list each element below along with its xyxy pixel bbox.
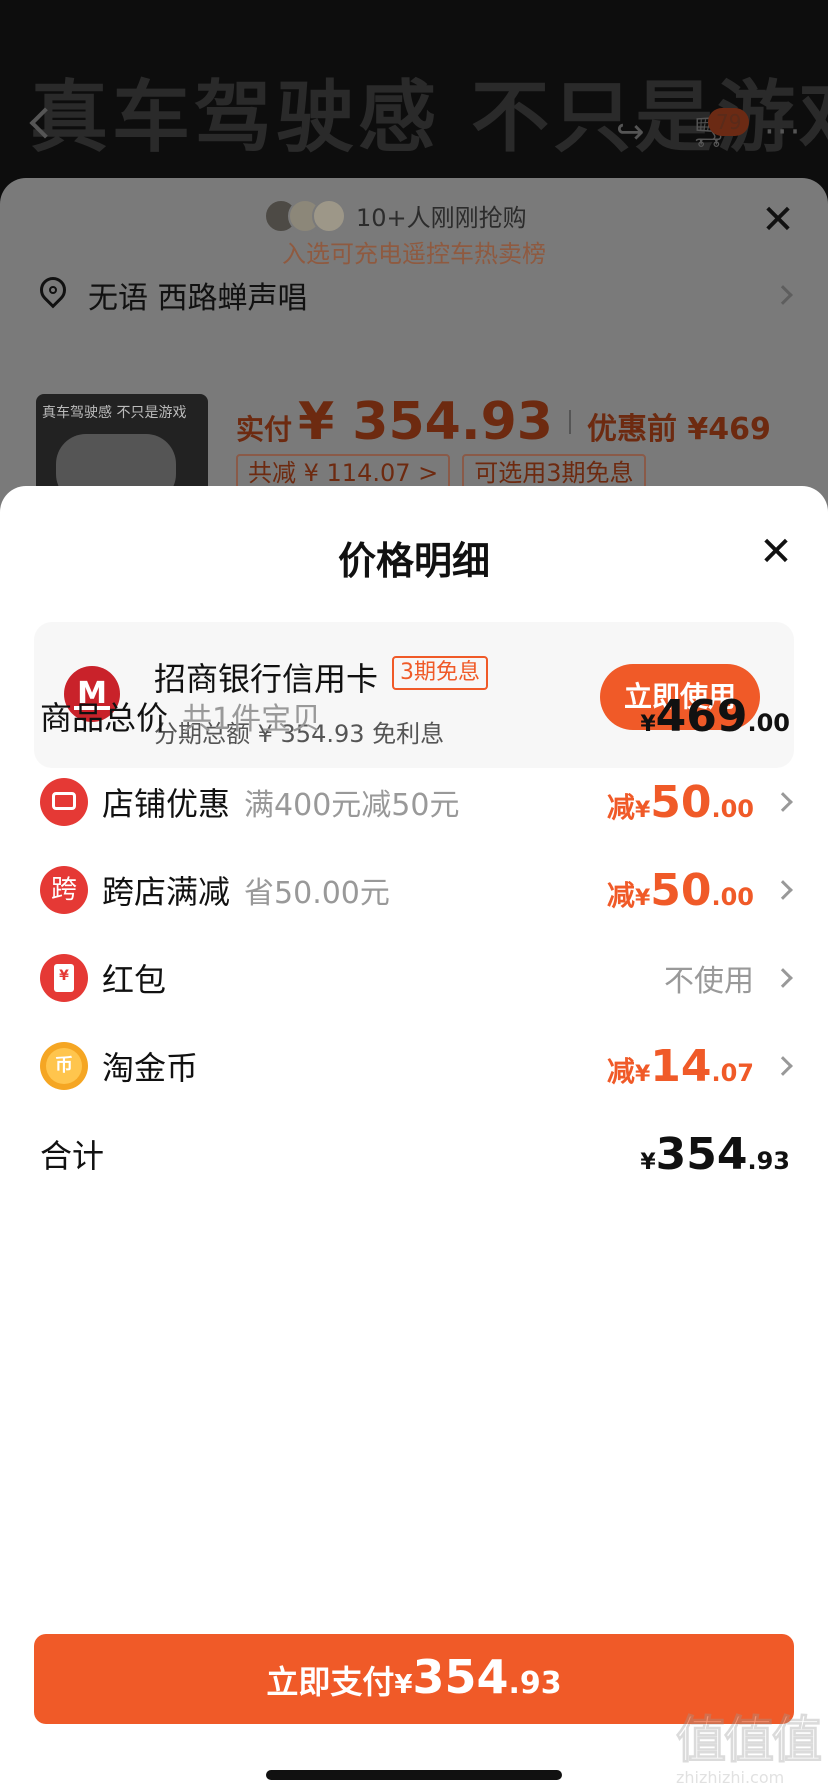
chevron-right-icon	[773, 285, 793, 305]
chevron-right-icon	[773, 792, 793, 812]
price-detail-sheet: 价格明细 ✕ M 招商银行信用卡 3期免息 分期总额 ¥ 354.93 免利息 …	[0, 486, 828, 1792]
chevron-right-icon	[773, 880, 793, 900]
avatar-group	[264, 198, 346, 233]
rank-text: 入选可充电遥控车热卖榜	[282, 240, 546, 268]
sum-row: 合计 ¥ 354 .93	[40, 1124, 790, 1184]
shop-discount-row[interactable]: 店铺优惠 满400元减50元 减 ¥ 50 .00	[40, 772, 793, 832]
paid-label: 实付	[236, 413, 293, 446]
cross-discount-amount: 减 ¥ 50 .00	[607, 865, 793, 916]
shop-discount-amount: 减 ¥ 50 .00	[607, 777, 793, 828]
share-icon[interactable]: ↪	[616, 112, 656, 152]
before-discount: 优惠前 ¥469	[586, 412, 771, 447]
row-label: 红包	[102, 961, 167, 999]
address-text: 无语 西路蝉声唱	[88, 281, 308, 316]
row-label: 跨店满减	[102, 873, 231, 911]
chevron-right-icon	[773, 968, 793, 988]
paid-value: ¥ 354.93	[298, 392, 553, 452]
address-row[interactable]: 无语 西路蝉声唱	[34, 270, 793, 320]
row-sub: 满400元减50元	[244, 788, 460, 823]
home-indicator[interactable]	[266, 1770, 562, 1780]
row-label: 店铺优惠	[102, 785, 231, 823]
order-sheet: 10+人刚刚抢购 入选可充电遥控车热卖榜 ✕ 无语 西路蝉声唱 真车驾驶感 不只…	[0, 178, 828, 524]
cart-badge: 79	[708, 108, 750, 136]
row-label: 合计	[40, 1137, 105, 1175]
cross-store-icon: 跨	[40, 866, 88, 914]
row-sub: 省50.00元	[244, 876, 390, 911]
cross-store-discount-row[interactable]: 跨 跨店满减 省50.00元 减 ¥ 50 .00	[40, 860, 793, 920]
coin-icon: 币	[40, 1042, 88, 1090]
store-icon	[40, 778, 88, 826]
red-packet-icon: ¥	[40, 954, 88, 1002]
chevron-right-icon	[773, 1056, 793, 1076]
coins-amount: 减 ¥ 14 .07	[607, 1041, 793, 1092]
close-icon[interactable]: ✕	[756, 532, 796, 572]
row-label: 商品总价	[40, 699, 169, 737]
divider	[568, 410, 571, 434]
sheet-title: 价格明细	[337, 539, 490, 583]
product-banner: 真车驾驶感 不只是游戏 ↪ 🛒︎ 79 ···	[0, 0, 828, 200]
row-label: 淘金币	[102, 1049, 199, 1087]
red-packet-value: 不使用	[664, 956, 793, 1000]
red-packet-row[interactable]: ¥ 红包 不使用	[40, 948, 793, 1008]
thumbnail-title: 真车驾驶感 不只是游戏	[42, 405, 187, 421]
goods-total-amount: ¥ 469 .00	[640, 690, 790, 742]
price-row: 实付 ¥ 354.93 优惠前 ¥469	[236, 392, 771, 452]
goods-total-row: 商品总价 共1件宝贝 ¥ 469 .00	[40, 686, 790, 746]
location-pin-icon	[34, 271, 72, 313]
buyers-text: 10+人刚刚抢购	[356, 204, 527, 232]
recent-buyers: 10+人刚刚抢购	[264, 198, 527, 233]
row-sub: 共1件宝贝	[182, 702, 322, 737]
close-icon[interactable]: ✕	[758, 200, 798, 240]
coins-row[interactable]: 币 淘金币 减 ¥ 14 .07	[40, 1036, 793, 1096]
installment-badge: 3期免息	[392, 656, 488, 690]
more-icon[interactable]: ···	[764, 112, 802, 152]
watermark-logo: 值值值 zhizhizhi.com	[676, 1711, 823, 1788]
sum-amount: ¥ 354 .93	[640, 1128, 790, 1180]
avatar	[312, 198, 346, 233]
